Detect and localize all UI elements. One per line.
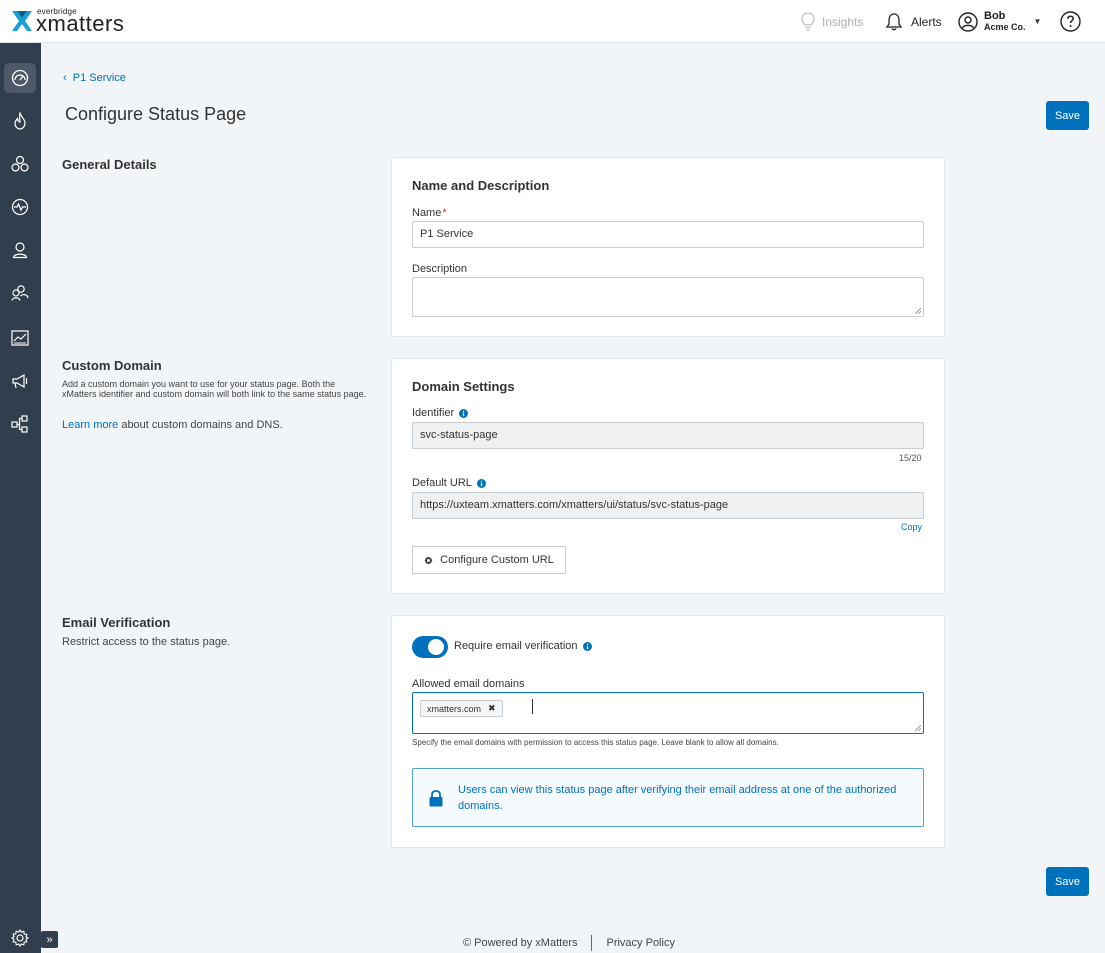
save-button-top[interactable]: Save [1046, 101, 1089, 130]
gear-icon [424, 556, 433, 564]
sidebar-item-analytics[interactable] [4, 323, 36, 353]
analytics-icon [11, 330, 29, 346]
sidebar-item-users[interactable] [4, 235, 36, 265]
copy-url-link[interactable]: Copy [901, 522, 922, 532]
name-description-card: Name and Description Name * P1 Service De… [391, 157, 945, 337]
powered-by-text: © Powered by xMatters [463, 937, 578, 949]
learn-more-line: Learn more about custom domains and DNS. [62, 419, 283, 431]
alerts-button[interactable]: Alerts [885, 0, 942, 43]
fire-icon [14, 112, 26, 130]
bell-icon [885, 13, 903, 31]
email-verification-callout: Users can view this status page after ve… [412, 768, 924, 827]
sidebar-item-broadcast[interactable] [4, 366, 36, 396]
user-avatar-icon [958, 11, 978, 32]
chip-label: xmatters.com [427, 703, 482, 714]
required-indicator: * [442, 207, 447, 219]
sidebar-item-activity[interactable] [4, 192, 36, 222]
general-details-title: General Details [62, 157, 157, 172]
user-name: Bob [984, 9, 1006, 22]
identifier-label: Identifier [412, 407, 469, 419]
footer-links: © Powered by xMatters Privacy Policy [463, 935, 675, 951]
name-input[interactable]: P1 Service [412, 221, 924, 248]
info-icon[interactable] [582, 641, 592, 651]
sidebar-item-settings[interactable] [4, 923, 36, 953]
email-verification-title: Email Verification [62, 615, 171, 630]
name-label-text: Name [412, 207, 442, 219]
page-title: Configure Status Page [65, 104, 247, 124]
custom-domain-description: Add a custom domain you want to use for … [62, 379, 367, 399]
sidebar-item-workflows[interactable] [4, 409, 36, 439]
top-bar: everbridge xmatters Insights Alerts Bob … [0, 0, 1105, 43]
groups-icon [11, 285, 29, 301]
email-verification-description: Restrict access to the status page. [62, 636, 231, 648]
info-icon[interactable] [459, 408, 469, 418]
lock-icon [429, 790, 443, 807]
double-chevron-right-icon: » [46, 933, 53, 946]
xmatters-logo-mark-icon [12, 11, 32, 31]
services-icon [11, 155, 29, 172]
breadcrumb[interactable]: ‹ P1 Service [63, 72, 126, 84]
domain-settings-heading: Domain Settings [412, 379, 515, 394]
alerts-label: Alerts [911, 14, 942, 29]
custom-domain-title: Custom Domain [62, 358, 162, 373]
user-menu[interactable]: Bob Acme Co. ▼ [958, 0, 1041, 43]
text-cursor [532, 699, 533, 714]
privacy-policy-link[interactable]: Privacy Policy [606, 937, 674, 949]
caret-down-icon: ▼ [1033, 17, 1042, 26]
learn-more-link[interactable]: Learn more [62, 419, 118, 431]
insights-label: Insights [822, 14, 864, 29]
domain-settings-card: Domain Settings Identifier svc-status-pa… [391, 358, 945, 594]
identifier-char-counter: 15/20 [899, 453, 922, 463]
workflow-icon [11, 415, 28, 433]
help-icon [1060, 11, 1081, 32]
email-domains-help-text: Specify the email domains with permissio… [412, 738, 779, 747]
configure-custom-url-label: Configure Custom URL [440, 554, 554, 566]
chevron-left-icon: ‹ [63, 72, 67, 84]
resize-grip-icon[interactable] [915, 308, 921, 314]
default-url-input[interactable]: https://uxteam.xmatters.com/xmatters/ui/… [412, 492, 924, 519]
require-email-verification-text: Require email verification [454, 640, 578, 652]
email-domain-chip: xmatters.com ✖ [420, 700, 503, 717]
help-button[interactable] [1060, 0, 1081, 43]
sidebar-item-groups[interactable] [4, 278, 36, 308]
info-icon[interactable] [476, 478, 486, 488]
default-url-label-text: Default URL [412, 477, 472, 489]
user-icon [12, 242, 28, 259]
insights-button[interactable]: Insights [800, 0, 863, 43]
resize-grip-icon[interactable] [915, 725, 921, 731]
default-url-label: Default URL [412, 477, 486, 489]
gear-icon [11, 929, 29, 947]
identifier-input[interactable]: svc-status-page [412, 422, 924, 449]
name-label: Name * [412, 207, 447, 219]
sidebar-item-dashboard[interactable] [4, 63, 36, 93]
identifier-label-text: Identifier [412, 407, 455, 419]
configure-custom-url-button[interactable]: Configure Custom URL [412, 546, 566, 574]
allowed-email-domains-input[interactable]: xmatters.com ✖ [412, 692, 924, 734]
remove-chip-icon[interactable]: ✖ [488, 703, 496, 714]
megaphone-icon [12, 373, 28, 389]
lightbulb-icon [801, 11, 815, 31]
sidebar [0, 43, 41, 953]
user-org: Acme Co. [984, 21, 1026, 32]
footer-divider [591, 935, 593, 951]
sidebar-item-incidents[interactable] [4, 106, 36, 136]
user-info: Bob Acme Co. [984, 9, 1026, 33]
dashboard-icon [11, 69, 29, 87]
breadcrumb-link[interactable]: P1 Service [73, 72, 126, 84]
allowed-email-domains-label: Allowed email domains [412, 678, 525, 690]
callout-text: Users can view this status page after ve… [458, 784, 897, 812]
description-textarea[interactable] [412, 277, 924, 317]
expand-sidebar-button[interactable]: » [41, 931, 58, 948]
require-email-verification-toggle[interactable] [412, 636, 448, 658]
activity-icon [11, 198, 29, 216]
description-label: Description [412, 263, 468, 275]
require-email-verification-label: Require email verification [454, 640, 592, 652]
logo-xmatters-text: xmatters [36, 11, 125, 36]
name-description-heading: Name and Description [412, 178, 550, 193]
toggle-knob [428, 639, 444, 655]
sidebar-item-services[interactable] [4, 149, 36, 179]
learn-more-rest: about custom domains and DNS. [118, 419, 283, 431]
email-verification-card: Require email verification Allowed email… [391, 615, 945, 848]
save-button-bottom[interactable]: Save [1046, 867, 1089, 896]
